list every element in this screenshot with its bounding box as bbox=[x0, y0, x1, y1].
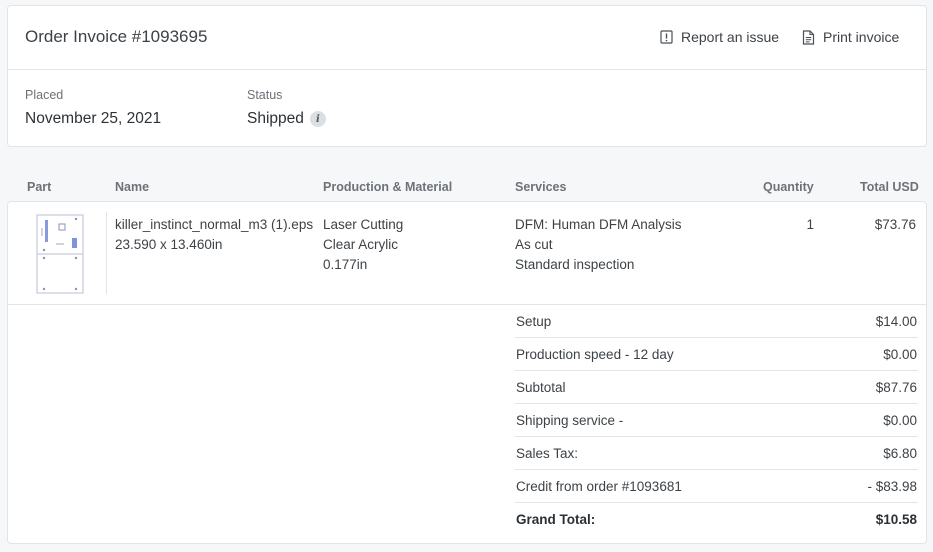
item-file-name[interactable]: killer_instinct_normal_m3 (1).eps bbox=[115, 215, 313, 235]
placed-date-text: November 25, 2021 bbox=[25, 110, 162, 127]
summary-row-credit: Credit from order #1093681 - $83.98 bbox=[515, 470, 918, 503]
item-quantity: 1 bbox=[806, 217, 814, 232]
summary-value: $87.76 bbox=[875, 380, 917, 395]
production-process: Laser Cutting bbox=[323, 217, 404, 232]
grand-total-label: Grand Total: bbox=[516, 512, 596, 527]
column-header-part: Part bbox=[27, 180, 52, 194]
report-issue-label: Report an issue bbox=[681, 29, 780, 45]
print-invoice-button[interactable]: Print invoice bbox=[802, 29, 899, 45]
summary-label: Credit from order #1093681 bbox=[516, 479, 682, 494]
column-header-name: Name bbox=[115, 180, 150, 194]
summary-value: - $83.98 bbox=[867, 479, 917, 494]
summary-label: Production speed - 12 day bbox=[516, 347, 674, 362]
service-inspection: Standard inspection bbox=[515, 257, 635, 272]
part-preview-thumbnail[interactable] bbox=[36, 214, 84, 294]
order-items-card: killer_instinct_normal_m3 (1).eps 23.590… bbox=[7, 201, 927, 544]
placed-date: November 25, 2021 bbox=[25, 110, 161, 128]
summary-value: $6.80 bbox=[883, 446, 917, 461]
status-value: Shipped i bbox=[247, 110, 326, 128]
summary-row-production-speed: Production speed - 12 day $0.00 bbox=[515, 338, 918, 371]
order-item-row: killer_instinct_normal_m3 (1).eps 23.590… bbox=[8, 202, 926, 305]
summary-value: $0.00 bbox=[883, 413, 917, 428]
status-label: Status bbox=[247, 88, 283, 102]
item-dimensions: 23.590 x 13.460in bbox=[115, 237, 223, 252]
summary-label: Subtotal bbox=[516, 380, 566, 395]
summary-label: Sales Tax: bbox=[516, 446, 579, 461]
summary-row-shipping: Shipping service - $0.00 bbox=[515, 404, 918, 437]
order-header-bar: Order Invoice #1093695 Report an issue P… bbox=[8, 6, 926, 70]
summary-row-grand-total: Grand Total: $10.58 bbox=[515, 503, 918, 536]
item-services-cell: DFM: Human DFM Analysis As cut Standard … bbox=[515, 215, 682, 275]
grand-total-value: $10.58 bbox=[875, 512, 917, 527]
page-title: Order Invoice #1093695 bbox=[25, 27, 208, 46]
summary-row-subtotal: Subtotal $87.76 bbox=[515, 371, 918, 404]
item-total: $73.76 bbox=[874, 217, 916, 232]
print-invoice-label: Print invoice bbox=[823, 29, 900, 45]
column-header-total: Total USD bbox=[860, 180, 919, 194]
report-issue-button[interactable]: Report an issue bbox=[660, 29, 779, 45]
service-finish: As cut bbox=[515, 237, 553, 252]
summary-label: Shipping service - bbox=[516, 413, 624, 428]
report-issue-icon bbox=[660, 30, 673, 44]
summary-row-setup: Setup $14.00 bbox=[515, 305, 918, 338]
column-header-quantity: Quantity bbox=[763, 180, 814, 194]
summary-value: $0.00 bbox=[883, 347, 917, 362]
placed-label: Placed bbox=[25, 88, 64, 102]
info-icon[interactable]: i bbox=[309, 111, 326, 127]
document-icon bbox=[802, 29, 815, 45]
service-dfm: DFM: Human DFM Analysis bbox=[515, 217, 682, 232]
status-text: Shipped bbox=[247, 110, 304, 127]
summary-label: Setup bbox=[516, 314, 552, 329]
order-header-card: Order Invoice #1093695 Report an issue P… bbox=[7, 5, 927, 147]
thumbnail-divider bbox=[106, 212, 107, 294]
summary-row-sales-tax: Sales Tax: $6.80 bbox=[515, 437, 918, 470]
production-material: Clear Acrylic bbox=[323, 237, 399, 252]
column-header-production: Production & Material bbox=[323, 180, 453, 194]
production-thickness: 0.177in bbox=[323, 257, 368, 272]
item-production-cell: Laser Cutting Clear Acrylic 0.177in bbox=[323, 215, 403, 275]
column-header-services: Services bbox=[515, 180, 567, 194]
item-name-cell: killer_instinct_normal_m3 (1).eps 23.590… bbox=[115, 215, 313, 255]
summary-value: $14.00 bbox=[875, 314, 917, 329]
